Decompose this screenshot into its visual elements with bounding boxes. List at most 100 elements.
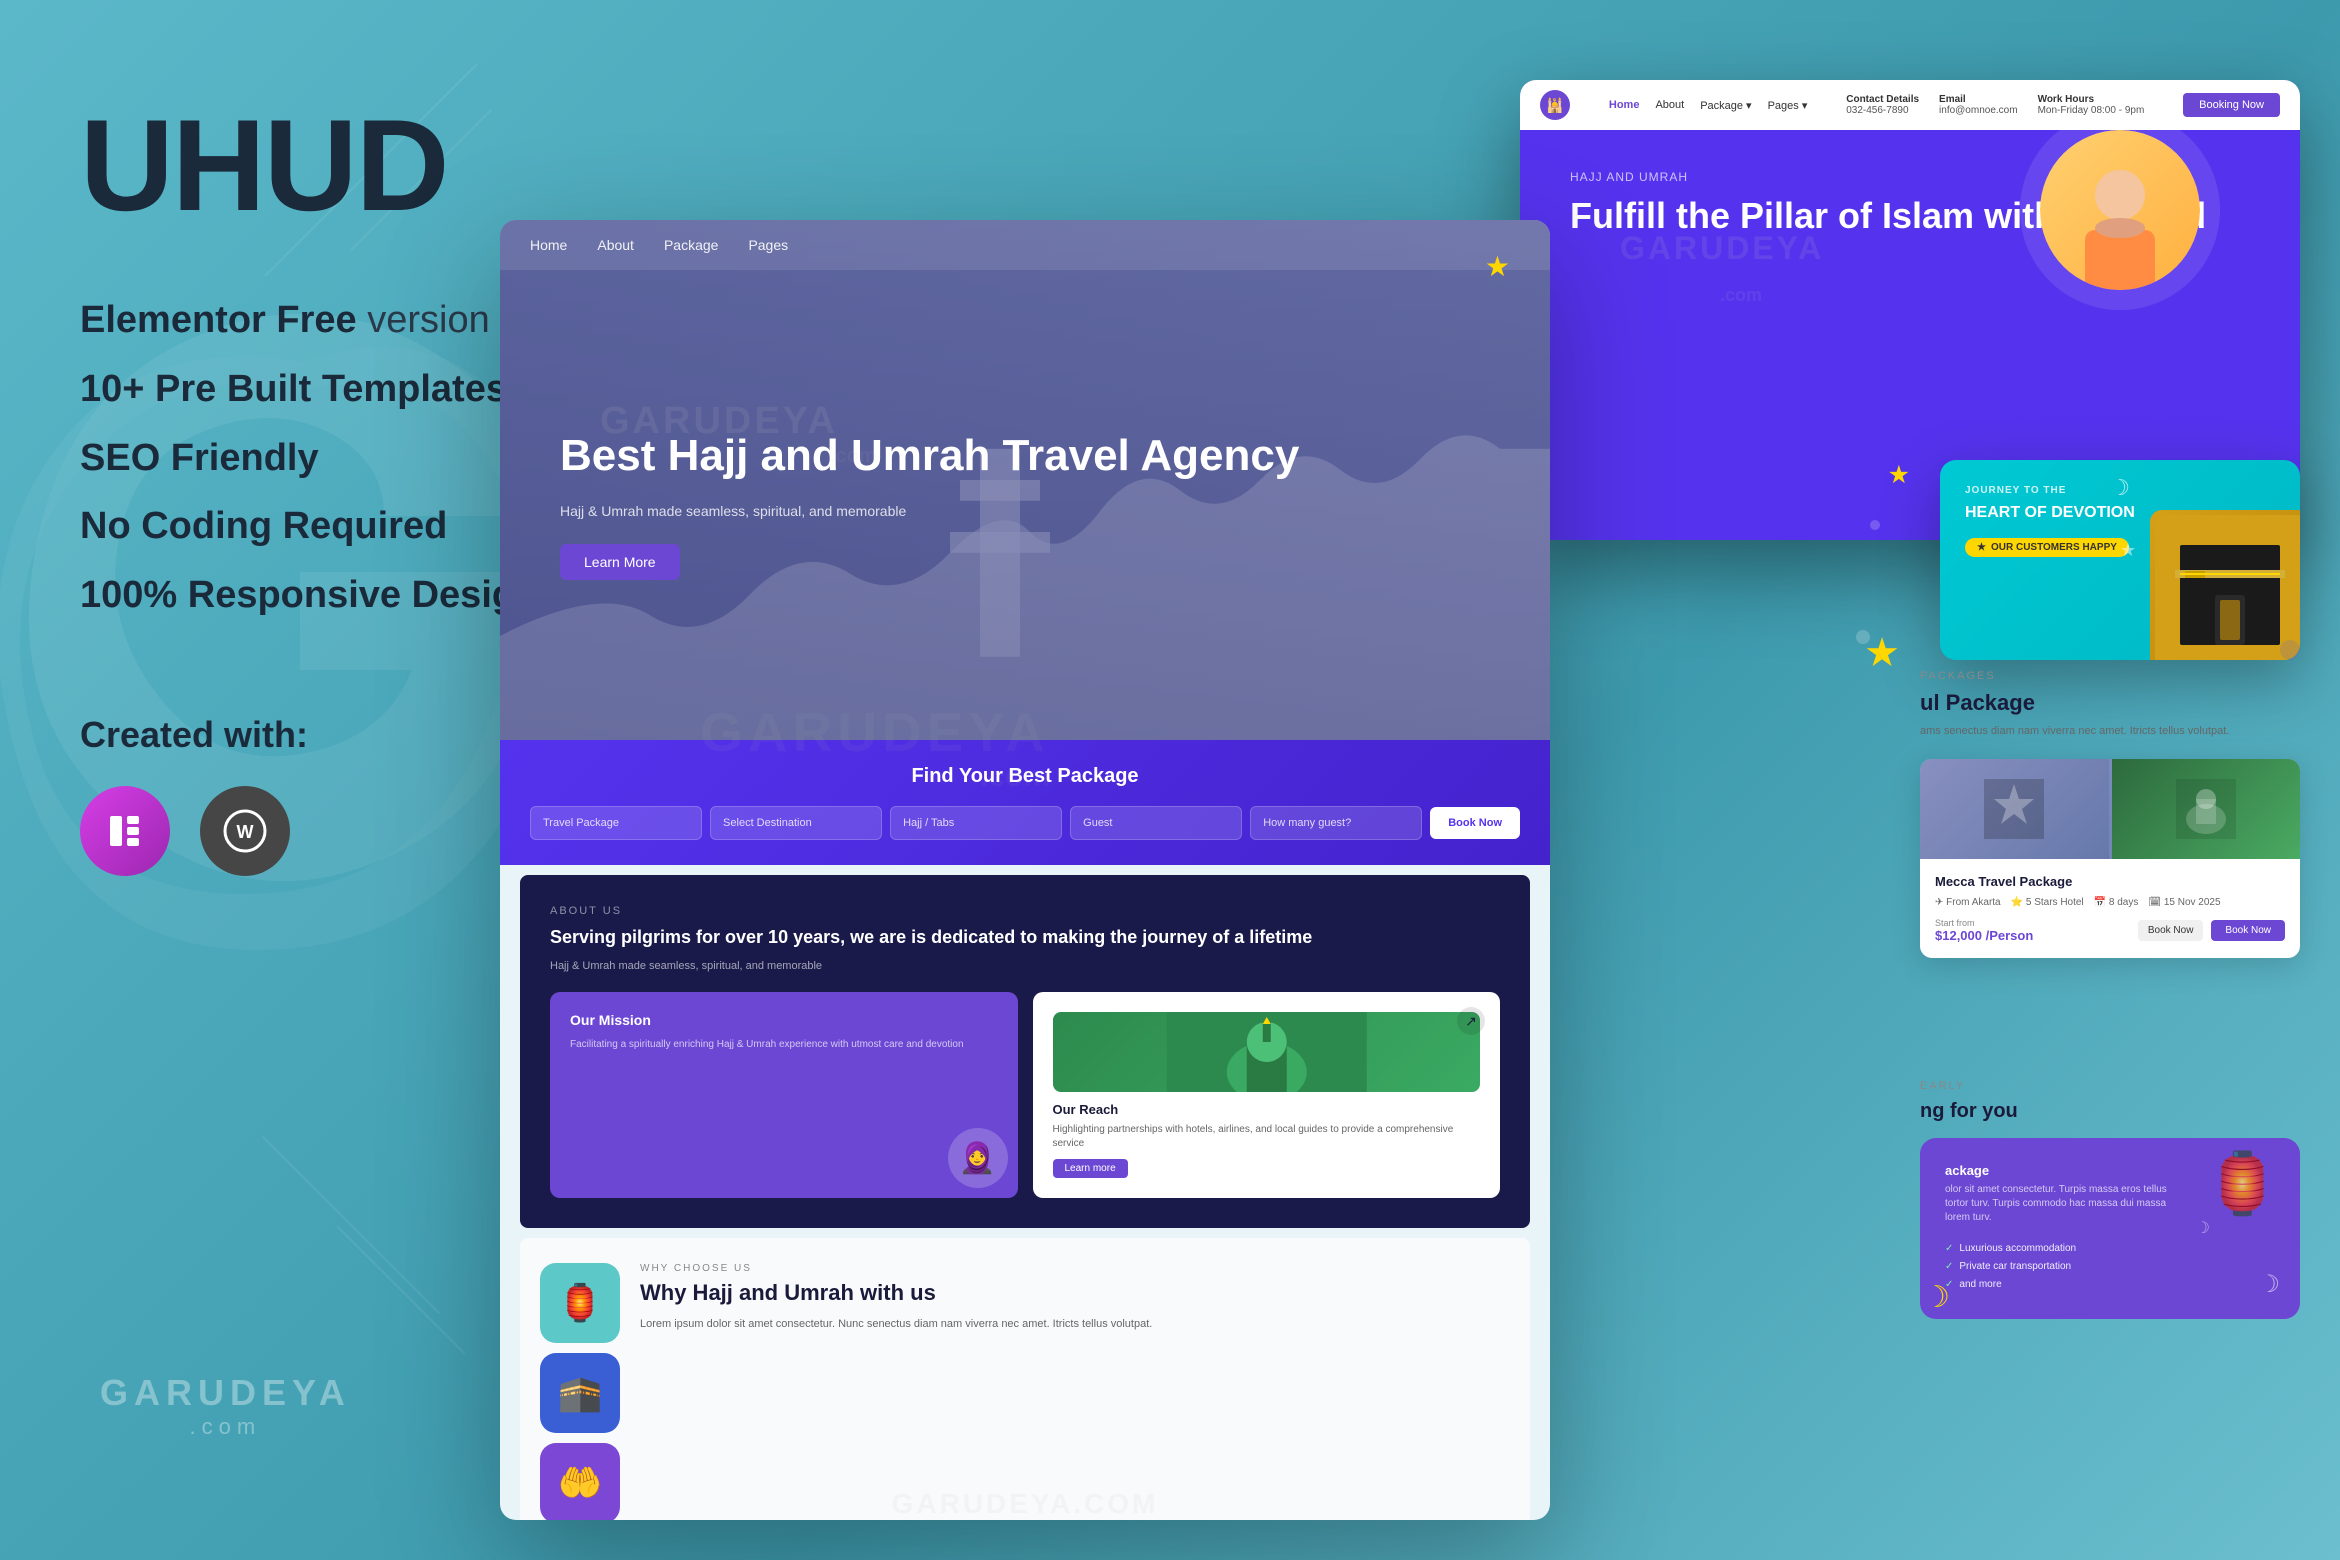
nav-link-about[interactable]: About	[1655, 99, 1684, 112]
secondary-nav: 🕌 Home About Package ▾ Pages ▾ Contact D…	[1520, 80, 2300, 130]
about-cards: Our Mission Facilitating a spiritually e…	[550, 992, 1500, 1198]
main-nav-home[interactable]: Home	[530, 237, 567, 253]
nav-link-pages[interactable]: Pages ▾	[1768, 99, 1808, 112]
moon-decoration: ☽	[1923, 1280, 1950, 1315]
package-details: ✈ From Akarta ⭐ 5 Stars Hotel 📅 8 days 🗓…	[1935, 897, 2285, 908]
why-title: Why Hajj and Umrah with us	[640, 1280, 1510, 1306]
type-field[interactable]: Hajj / Tabs	[890, 806, 1062, 840]
right-panel: 🕌 Home About Package ▾ Pages ▾ Contact D…	[500, 80, 2300, 1540]
plan-feature-3: ✓ and more	[1945, 1276, 2185, 1294]
plan-feature-2: ✓ Private car transportation	[1945, 1258, 2185, 1276]
plan-feature-transport: Private car transportation	[1959, 1258, 2071, 1276]
why-label: WHY CHOOSE US	[640, 1263, 1510, 1274]
package-price: $12,000 /Person	[1935, 928, 2033, 943]
reach-card: ↗ Our Reach Highlighting part	[1033, 992, 1501, 1198]
main-nav-package[interactable]: Package	[664, 237, 718, 253]
main-nav: Home About Package Pages	[500, 220, 1550, 270]
package-card-mecca: Mecca Travel Package ✈ From Akarta ⭐ 5 S…	[1920, 759, 2300, 958]
package-details-btn[interactable]: Book Now	[2138, 920, 2204, 941]
pray-emoji: 🤲	[558, 1462, 603, 1504]
svg-text:W: W	[237, 822, 254, 842]
guest-count-field[interactable]: How many guest?	[1250, 806, 1422, 840]
secondary-nav-links: Home About Package ▾ Pages ▾	[1609, 99, 1807, 112]
why-icon-kaaba: 🕋	[540, 1353, 620, 1433]
main-nav-about[interactable]: About	[597, 237, 634, 253]
reach-text: Highlighting partnerships with hotels, a…	[1053, 1123, 1481, 1151]
mission-person-illustration: 🧕	[948, 1128, 1008, 1188]
plan-title: ng for you	[1920, 1100, 2300, 1123]
reach-arrow-icon: ↗	[1457, 1007, 1485, 1035]
booking-now-button[interactable]: Booking Now	[2183, 93, 2280, 117]
badge-star-icon: ★	[1977, 542, 1986, 553]
about-subtitle: Hajj & Umrah made seamless, spiritual, a…	[550, 960, 1500, 972]
plan-lantern-icon: 🏮	[2205, 1148, 2280, 1219]
plan-card: 🏮 ackage olor sit amet consectetur. Turp…	[1920, 1138, 2300, 1319]
package-book-btn[interactable]: Book Now	[2211, 920, 2285, 941]
destination-field[interactable]: Select Destination	[710, 806, 882, 840]
find-package-section: Find Your Best Package Travel Package Se…	[500, 740, 1550, 865]
why-row: 🏮 🕋 🤲 📖 WHY CHOOSE US Why Hajj and Umrah…	[540, 1263, 1510, 1520]
kaaba-illustration	[2150, 510, 2300, 660]
package-image-1	[1920, 759, 2109, 859]
packages-panel: PACKAGES ul Package ams senectus diam na…	[1920, 670, 2300, 973]
plan-moon-small-icon: ☽	[2196, 1218, 2210, 1238]
mecca-skyline-svg	[500, 428, 1550, 740]
plan-feature-1: ✓ Luxurious accommodation	[1945, 1240, 2185, 1258]
secondary-com-watermark: .com	[1720, 285, 1762, 306]
star-decoration-2: ★	[1888, 460, 1910, 490]
main-hero-section: Home About Package Pages Best Hajj and U…	[500, 220, 1550, 740]
packages-subtitle: ams senectus diam nam viverra nec amet. …	[1920, 724, 2300, 739]
nav-link-home[interactable]: Home	[1609, 99, 1640, 112]
contact-phone: 032-456-7890	[1846, 105, 1919, 116]
plan-panel: EARLY ng for you 🏮 ackage olor sit amet …	[1920, 1080, 2300, 1319]
package-name: Mecca Travel Package	[1935, 874, 2285, 889]
plan-card-subtitle: olor sit amet consectetur. Turpis massa …	[1945, 1183, 2185, 1225]
secondary-nav-logo: 🕌	[1540, 90, 1570, 120]
package-price-row: Start from $12,000 /Person Book Now Book…	[1935, 918, 2285, 943]
lantern-emoji: 🏮	[558, 1282, 603, 1324]
email-value: info@omnoe.com	[1939, 105, 2018, 116]
guest-field[interactable]: Guest	[1070, 806, 1242, 840]
book-now-button[interactable]: Book Now	[1430, 807, 1520, 839]
reach-title: Our Reach	[1053, 1102, 1481, 1117]
packages-label: PACKAGES	[1920, 670, 2300, 682]
price-from-label: Start from	[1935, 918, 2033, 928]
badge-text: OUR CUSTOMERS HAPPY	[1991, 542, 2117, 553]
mission-text: Facilitating a spiritually enriching Haj…	[570, 1038, 998, 1052]
check-icon-1: ✓	[1945, 1240, 1953, 1258]
mission-card: Our Mission Facilitating a spiritually e…	[550, 992, 1018, 1198]
about-star-icon: ★	[1485, 250, 1510, 283]
elementor-icon	[80, 786, 170, 876]
secondary-hero: HAJJ AND UMRAH Fulfill the Pillar of Isl…	[1520, 130, 2300, 277]
main-nav-pages[interactable]: Pages	[748, 237, 788, 253]
hero-circle-decoration	[2020, 110, 2220, 310]
dot-decoration-2	[1870, 520, 1880, 530]
journey-star-icon: ★	[2120, 540, 2136, 561]
travel-package-field[interactable]: Travel Package	[530, 806, 702, 840]
find-package-form: Travel Package Select Destination Hajj /…	[530, 806, 1520, 840]
package-hotel: ⭐ 5 Stars Hotel	[2011, 897, 2084, 908]
journey-card: JOURNEY TO THE HEART OF DEVOTION ★ OUR C…	[1940, 460, 2300, 660]
why-content: WHY CHOOSE US Why Hajj and Umrah with us…	[640, 1263, 1510, 1520]
packages-dot-decoration	[2280, 640, 2300, 660]
mosque-logo-icon: 🕌	[1540, 90, 1570, 120]
garudeya-watermark-text: GARUDEYA .com	[100, 1372, 351, 1440]
packages-title: ul Package	[1920, 690, 2300, 716]
package-image-2	[2112, 759, 2301, 859]
plan-card-title: ackage	[1945, 1163, 2185, 1178]
hero-circle-inner	[2040, 130, 2200, 290]
mission-title: Our Mission	[570, 1012, 998, 1028]
kaaba-emoji: 🕋	[558, 1372, 603, 1414]
nav-link-package[interactable]: Package ▾	[1700, 99, 1751, 112]
plan-moon-icon: ☽	[2258, 1270, 2280, 1299]
hours-label: Work Hours	[2038, 94, 2145, 105]
plan-features: ✓ Luxurious accommodation ✓ Private car …	[1945, 1240, 2185, 1294]
package-image-container	[1920, 759, 2300, 859]
person-illustration	[2040, 130, 2200, 290]
package-days: 📅 8 days	[2094, 897, 2139, 908]
reach-learn-more[interactable]: Learn more	[1053, 1159, 1128, 1178]
about-section: ABOUT US Serving pilgrims for over 10 ye…	[520, 875, 1530, 1228]
why-section: 🏮 🕋 🤲 📖 WHY CHOOSE US Why Hajj and Umrah…	[520, 1238, 1530, 1520]
contact-label: Contact Details	[1846, 94, 1919, 105]
package-origin: ✈ From Akarta	[1935, 897, 2001, 908]
